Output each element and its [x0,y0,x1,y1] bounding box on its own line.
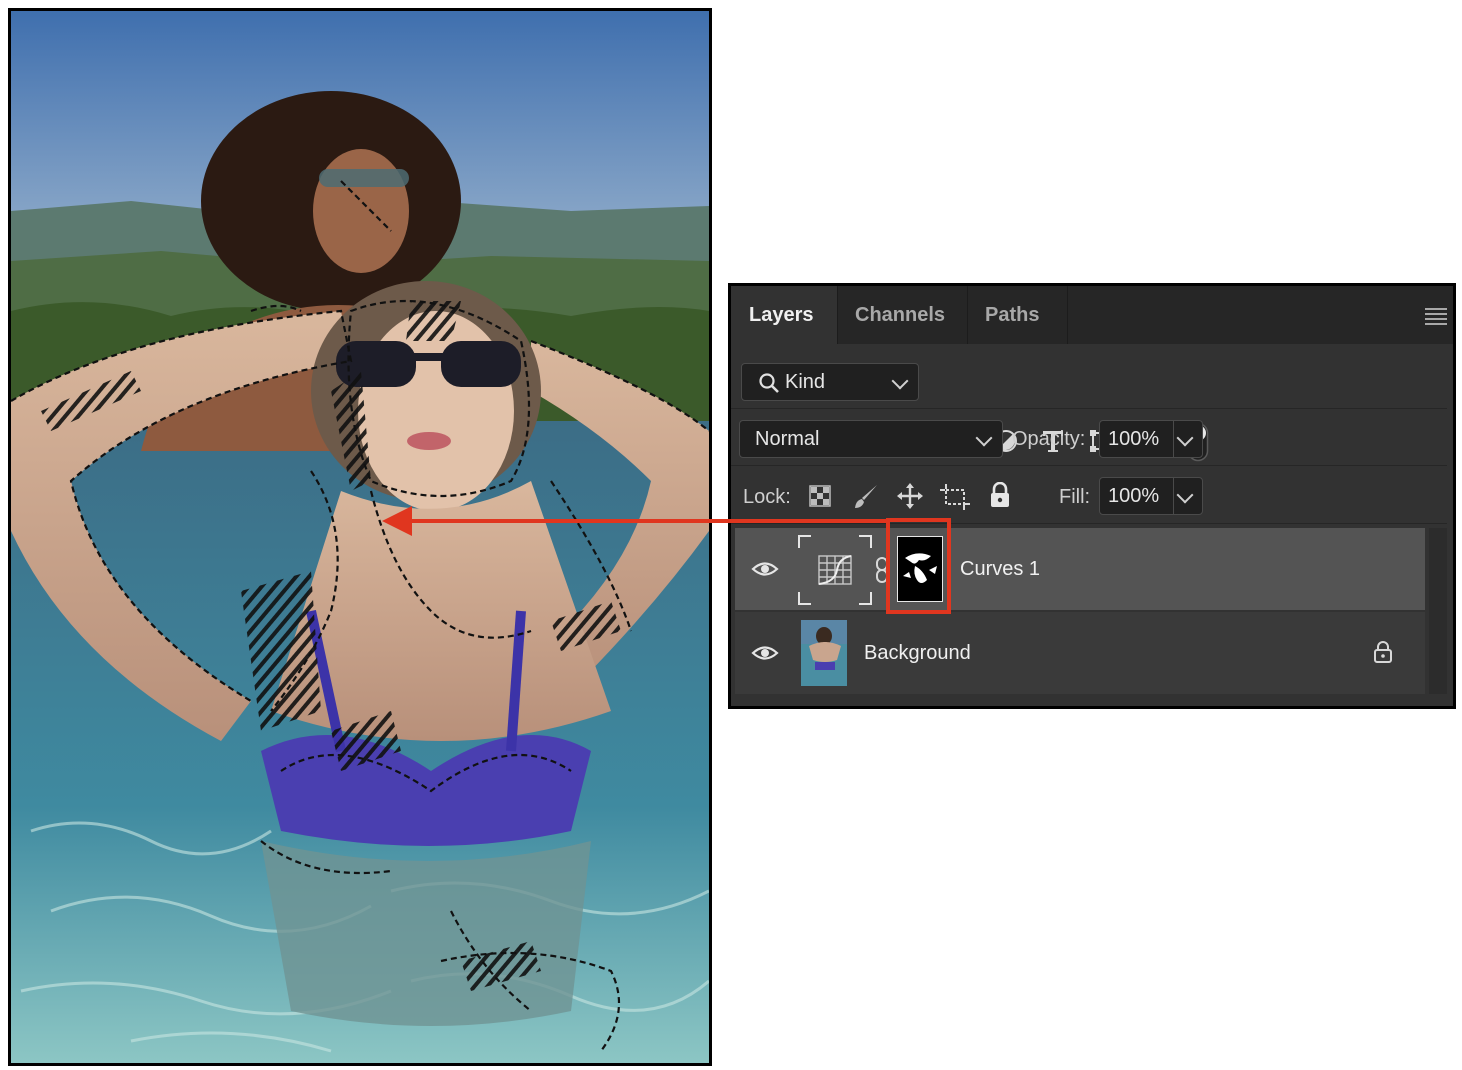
tab-channels[interactable]: Channels [837,286,967,344]
background-layer-thumbnail [801,620,847,686]
lock-position-icon[interactable] [896,482,924,510]
fill-dropdown-icon[interactable] [1176,486,1194,504]
eye-visibility-icon[interactable] [751,644,779,662]
opacity-value[interactable]: 100% [1108,421,1159,457]
fill-value[interactable]: 100% [1108,478,1159,514]
lock-image-pixels-icon[interactable] [852,483,880,511]
document-canvas[interactable] [8,8,712,1066]
filter-kind-select[interactable]: Kind [741,363,919,401]
photo-image [11,11,709,1063]
layers-scrollbar[interactable] [1429,528,1447,694]
lock-all-icon[interactable] [989,482,1011,508]
curves-adjustment-thumbnail-icon [798,535,872,605]
opacity-dropdown-icon[interactable] [1176,429,1194,447]
filter-row: Kind [731,344,1447,462]
layer-row-background[interactable]: Background [735,612,1425,694]
layer-locked-icon[interactable] [1373,640,1393,664]
opacity-label: Opacity: [1012,428,1086,450]
chevron-down-icon [975,429,993,447]
tab-paths[interactable]: Paths [967,286,1067,344]
layer-mask-thumbnail[interactable] [897,536,943,602]
filter-kind-value: Kind [785,371,826,393]
chevron-down-icon [891,372,909,390]
lock-artboard-icon[interactable] [940,484,970,510]
panel-tab-bar: Layers Channels Paths [731,286,1453,344]
panel-menu-icon[interactable] [1425,308,1447,325]
opacity-field[interactable]: 100% [1099,420,1203,458]
layer-name-background[interactable]: Background [864,642,971,665]
lock-transparent-pixels-icon[interactable] [809,485,831,507]
lock-label: Lock: [743,486,791,508]
tab-layers[interactable]: Layers [731,286,837,344]
tab-divider [1067,286,1068,344]
layers-panel: Layers Channels Paths Kind Normal Opacit… [728,283,1456,709]
blend-row: Normal Opacity: 100% [731,408,1447,466]
lock-row: Lock: Fill: 100% [731,465,1447,524]
mask-link-icon[interactable] [875,556,889,584]
blend-mode-value: Normal [755,428,820,450]
fill-field[interactable]: 100% [1099,477,1203,515]
layer-name-curves[interactable]: Curves 1 [960,558,1040,581]
blend-mode-select[interactable]: Normal [739,420,1003,458]
layer-row-curves[interactable]: Curves 1 [735,528,1425,610]
eye-visibility-icon[interactable] [751,560,779,578]
fill-label: Fill: [1059,486,1091,508]
search-icon [759,373,779,393]
